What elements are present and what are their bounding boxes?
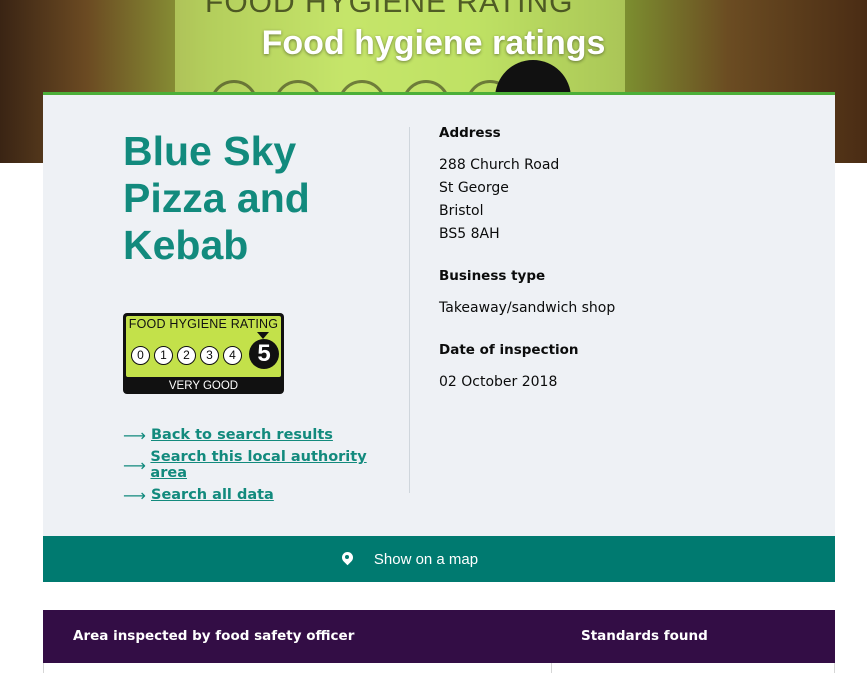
link-row: ⟶ Search this local authority area [123, 449, 403, 481]
link-row: ⟶ Back to search results [123, 420, 403, 450]
business-details: Address 288 Church Road St George Bristo… [439, 125, 799, 416]
address-section: Address 288 Church Road St George Bristo… [439, 125, 799, 246]
area-inspected-column-header: Area inspected by food safety officer [73, 628, 355, 644]
rating-score: 5 [249, 339, 279, 369]
rating-badge-label: VERY GOOD [168, 380, 239, 392]
address-line: BS5 8AH [439, 226, 500, 242]
column-divider [409, 127, 410, 493]
search-all-data-link[interactable]: Search all data [151, 487, 274, 503]
business-summary: Blue Sky Pizza and Kebab FOOD HYGIENE RA… [123, 128, 403, 510]
hygiene-rating-badge: FOOD HYGIENE RATING 0 1 2 3 4 5 VERY GOO… [123, 313, 284, 394]
address-line: 288 Church Road [439, 157, 560, 173]
rating-scale-item: 4 [223, 346, 242, 365]
business-name-line: Kebab [123, 222, 249, 268]
address-line: St George [439, 180, 509, 196]
inspection-date-value: 02 October 2018 [439, 374, 558, 390]
rating-scale-item: 1 [154, 346, 173, 365]
show-on-map-label: Show on a map [373, 550, 479, 568]
business-card: Blue Sky Pizza and Kebab FOOD HYGIENE RA… [43, 92, 835, 536]
inspection-table-body [43, 663, 835, 673]
address-line: Bristol [439, 203, 484, 219]
address-lines: 288 Church Road St George Bristol BS5 8A… [439, 154, 799, 246]
search-local-authority-link[interactable]: Search this local authority area [150, 449, 403, 481]
rating-scale-item: 0 [131, 346, 150, 365]
navigation-links: ⟶ Back to search results ⟶ Search this l… [123, 420, 403, 510]
back-to-search-link[interactable]: Back to search results [151, 427, 333, 443]
inspection-table-header: Area inspected by food safety officer St… [43, 610, 835, 663]
business-name-line: Blue Sky [123, 128, 297, 174]
link-row: ⟶ Search all data [123, 480, 403, 510]
hero-sign-text: FOOD HYGIENE RATING [205, 0, 574, 19]
standards-found-column-header: Standards found [581, 628, 708, 644]
map-pin-icon [342, 552, 353, 567]
business-type-section: Business type Takeaway/sandwich shop [439, 268, 799, 320]
rating-badge-panel: FOOD HYGIENE RATING 0 1 2 3 4 5 [126, 316, 281, 377]
inspection-date-heading: Date of inspection [439, 342, 579, 358]
show-on-map-button[interactable]: Show on a map [43, 536, 835, 582]
address-heading: Address [439, 125, 501, 141]
business-name: Blue Sky Pizza and Kebab [123, 128, 403, 269]
page-title: Food hygiene ratings [261, 24, 606, 62]
rating-scale: 0 1 2 3 4 [131, 346, 242, 365]
arrow-right-icon: ⟶ [123, 485, 146, 505]
rating-badge-header: FOOD HYGIENE RATING [128, 317, 279, 331]
rating-scale-item: 3 [200, 346, 219, 365]
business-name-line: Pizza and [123, 175, 310, 221]
business-type-heading: Business type [439, 268, 546, 284]
business-type-value: Takeaway/sandwich shop [439, 300, 616, 316]
inspection-section: Date of inspection 02 October 2018 [439, 342, 799, 394]
rating-scale-item: 2 [177, 346, 196, 365]
table-column-separator [551, 663, 552, 673]
rating-pointer-icon [257, 332, 269, 339]
arrow-right-icon: ⟶ [123, 425, 146, 445]
arrow-right-icon: ⟶ [123, 455, 146, 475]
